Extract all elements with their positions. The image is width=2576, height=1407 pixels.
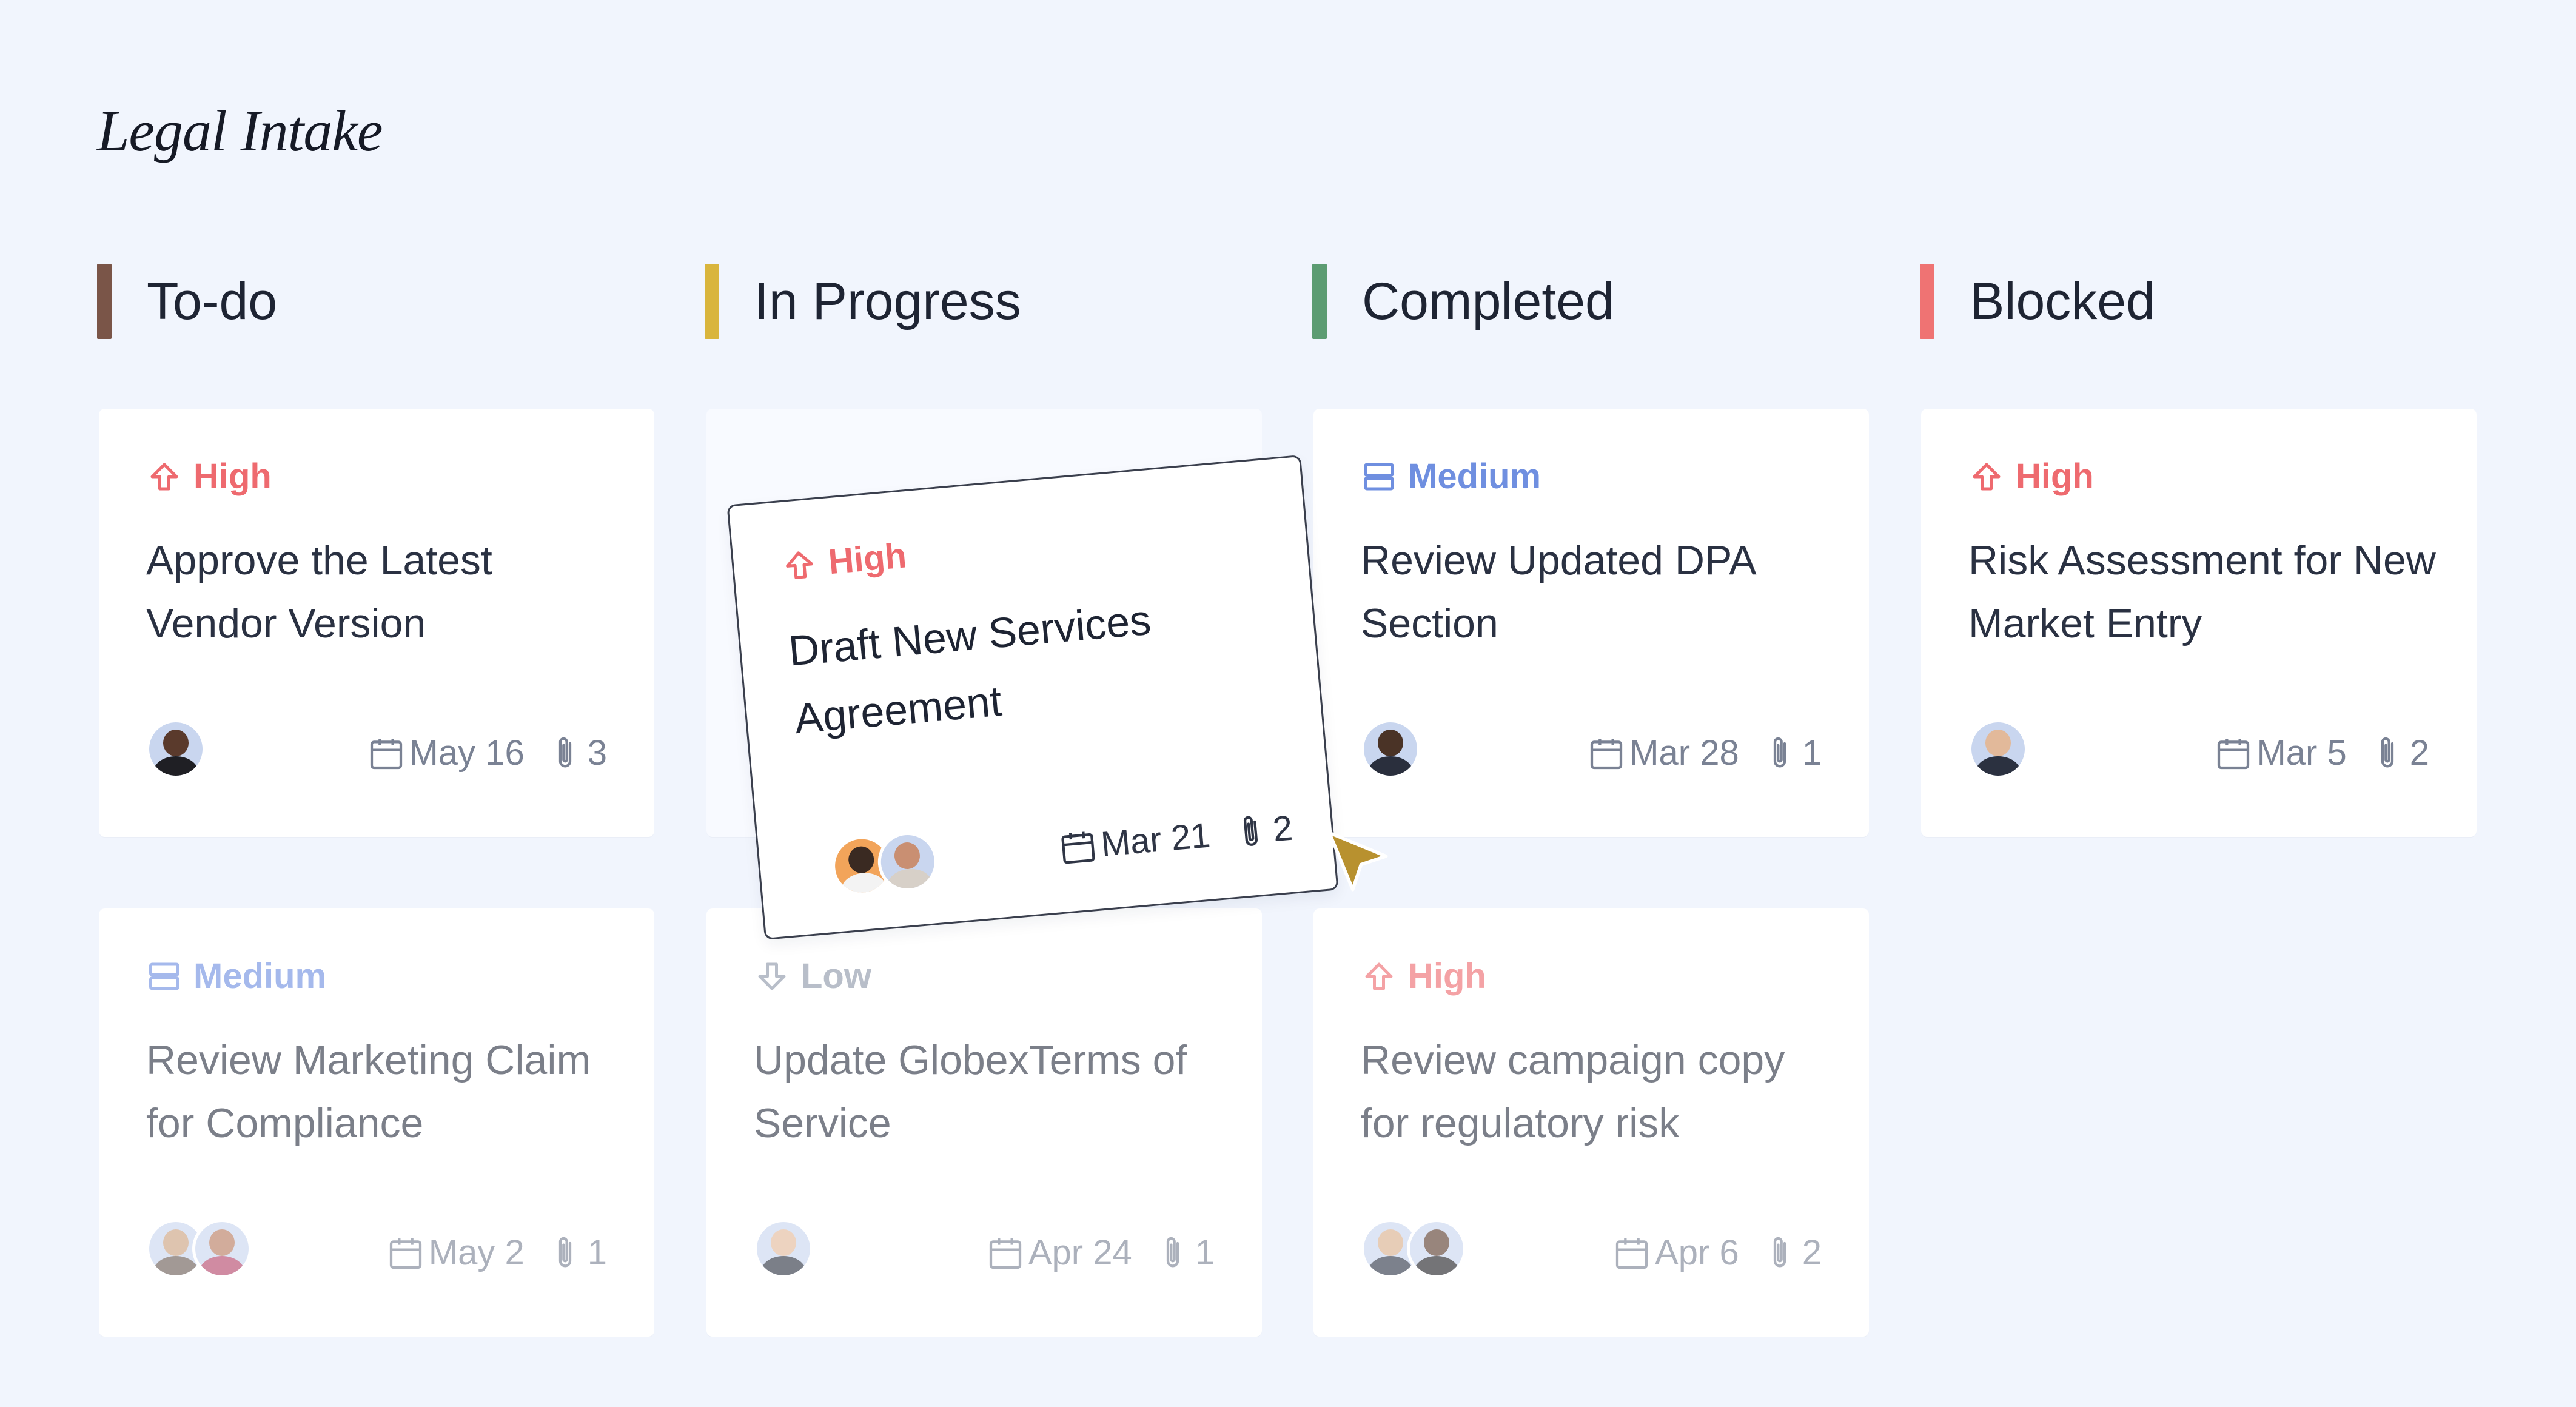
column-color-bar xyxy=(97,264,112,339)
assignee-avatars[interactable] xyxy=(754,1219,813,1278)
priority-label: High xyxy=(2016,457,2094,496)
column-label: In Progress xyxy=(754,272,1021,331)
column-header-in-progress: In Progress xyxy=(705,263,1021,340)
priority-badge: High xyxy=(780,535,908,586)
card-meta: Apr 6 2 xyxy=(1612,1232,1822,1273)
attachment-count: 2 xyxy=(1802,1233,1822,1272)
card-meta: May 16 3 xyxy=(367,733,607,773)
arrow-up-icon xyxy=(1365,962,1393,990)
card-meta: Mar 21 2 xyxy=(1057,808,1294,868)
task-card[interactable]: High Risk Assessment for New Market Entr… xyxy=(1921,409,2477,837)
priority-badge: High xyxy=(1968,456,2094,497)
medium-priority-icon xyxy=(149,962,179,990)
card-meta: Mar 5 2 xyxy=(2214,733,2429,773)
card-title: Review campaign copy for regulatory risk xyxy=(1361,1037,1785,1146)
assignee-avatars[interactable] xyxy=(1361,719,1420,779)
avatar xyxy=(1361,719,1420,779)
medium-priority-icon xyxy=(1364,463,1394,490)
arrow-down-icon xyxy=(758,962,786,990)
card-meta: Apr 24 1 xyxy=(986,1232,1215,1273)
attachment-count: 2 xyxy=(2409,733,2429,773)
card-meta: Mar 28 1 xyxy=(1587,733,1822,773)
priority-label: Medium xyxy=(193,956,327,996)
priority-badge: Low xyxy=(754,956,871,996)
task-card[interactable]: Medium Review Updated DPA Section Mar 28… xyxy=(1313,409,1869,837)
paperclip-icon xyxy=(1166,1237,1179,1267)
avatar xyxy=(146,719,206,779)
board-title: Legal Intake xyxy=(97,98,383,163)
column-label: Blocked xyxy=(1970,272,2155,331)
priority-label: High xyxy=(193,457,272,496)
calendar-icon xyxy=(389,1238,421,1269)
due-date: Mar 28 xyxy=(1629,733,1739,773)
column-header-todo: To-do xyxy=(97,263,277,340)
paperclip-icon xyxy=(2381,737,2393,767)
task-card[interactable]: Low Update GlobexTerms of Service Apr 24… xyxy=(706,908,1262,1337)
calendar-icon xyxy=(2218,738,2250,769)
priority-badge: High xyxy=(1361,956,1486,996)
dragging-task-card[interactable]: High Draft New Services Agreement Mar 21… xyxy=(726,454,1339,941)
avatar xyxy=(1968,719,2028,779)
cursor-icon xyxy=(1327,831,1388,892)
task-card[interactable]: High Approve the Latest Vendor Version M… xyxy=(99,409,654,837)
column-color-bar xyxy=(1312,264,1327,339)
column-label: Completed xyxy=(1362,272,1614,331)
priority-badge: Medium xyxy=(146,956,326,996)
paperclip-icon xyxy=(1773,737,1786,767)
assignee-avatars[interactable] xyxy=(830,829,940,898)
attachment-count: 1 xyxy=(1802,733,1822,773)
calendar-icon xyxy=(1591,738,1623,769)
paperclip-icon xyxy=(1243,816,1258,846)
due-date: May 16 xyxy=(409,733,525,773)
avatar xyxy=(192,1219,252,1278)
assignee-avatars[interactable] xyxy=(1361,1219,1466,1278)
arrow-up-icon xyxy=(1973,463,2001,490)
priority-label: Low xyxy=(801,956,871,996)
column-label: To-do xyxy=(147,272,278,331)
assignee-avatars[interactable] xyxy=(146,719,206,779)
priority-badge: High xyxy=(146,456,272,497)
avatar xyxy=(1407,1219,1466,1278)
attachment-count: 1 xyxy=(1195,1233,1215,1272)
column-color-bar xyxy=(705,264,719,339)
task-card[interactable]: High Review campaign copy for regulatory… xyxy=(1313,908,1869,1337)
paperclip-icon xyxy=(558,737,571,767)
calendar-icon xyxy=(370,738,402,769)
due-date: Mar 5 xyxy=(2256,733,2347,773)
card-title: Review Updated DPA Section xyxy=(1361,537,1754,646)
column-color-bar xyxy=(1920,264,1934,339)
priority-badge: Medium xyxy=(1361,456,1541,497)
paperclip-icon xyxy=(558,1237,571,1267)
priority-label: High xyxy=(1408,956,1486,996)
attachment-count: 2 xyxy=(1271,808,1295,850)
due-date: May 2 xyxy=(428,1233,525,1272)
card-title: Review Marketing Claim for Compliance xyxy=(146,1037,591,1146)
attachment-count: 1 xyxy=(587,1233,607,1272)
column-header-blocked: Blocked xyxy=(1920,263,2155,340)
due-date: Mar 21 xyxy=(1099,815,1212,864)
calendar-icon xyxy=(1061,831,1095,864)
priority-label: Medium xyxy=(1408,457,1541,496)
arrow-up-icon xyxy=(786,551,813,579)
calendar-icon xyxy=(1615,1238,1648,1269)
card-title: Draft New Services Agreement xyxy=(787,596,1153,743)
calendar-icon xyxy=(989,1238,1021,1269)
assignee-avatars[interactable] xyxy=(1968,719,2028,779)
task-card[interactable]: Medium Review Marketing Claim for Compli… xyxy=(99,908,654,1337)
avatar xyxy=(754,1219,813,1278)
assignee-avatars[interactable] xyxy=(146,1219,252,1278)
due-date: Apr 24 xyxy=(1028,1233,1132,1272)
arrow-up-icon xyxy=(150,463,178,490)
attachment-count: 3 xyxy=(587,733,607,773)
column-header-completed: Completed xyxy=(1312,263,1614,340)
card-title: Risk Assessment for New Market Entry xyxy=(1968,537,2436,646)
card-meta: May 2 1 xyxy=(386,1232,607,1273)
paperclip-icon xyxy=(1773,1237,1786,1267)
priority-label: High xyxy=(827,536,908,582)
card-title: Approve the Latest Vendor Version xyxy=(146,537,492,646)
card-title: Update GlobexTerms of Service xyxy=(754,1037,1187,1146)
due-date: Apr 6 xyxy=(1655,1233,1739,1272)
